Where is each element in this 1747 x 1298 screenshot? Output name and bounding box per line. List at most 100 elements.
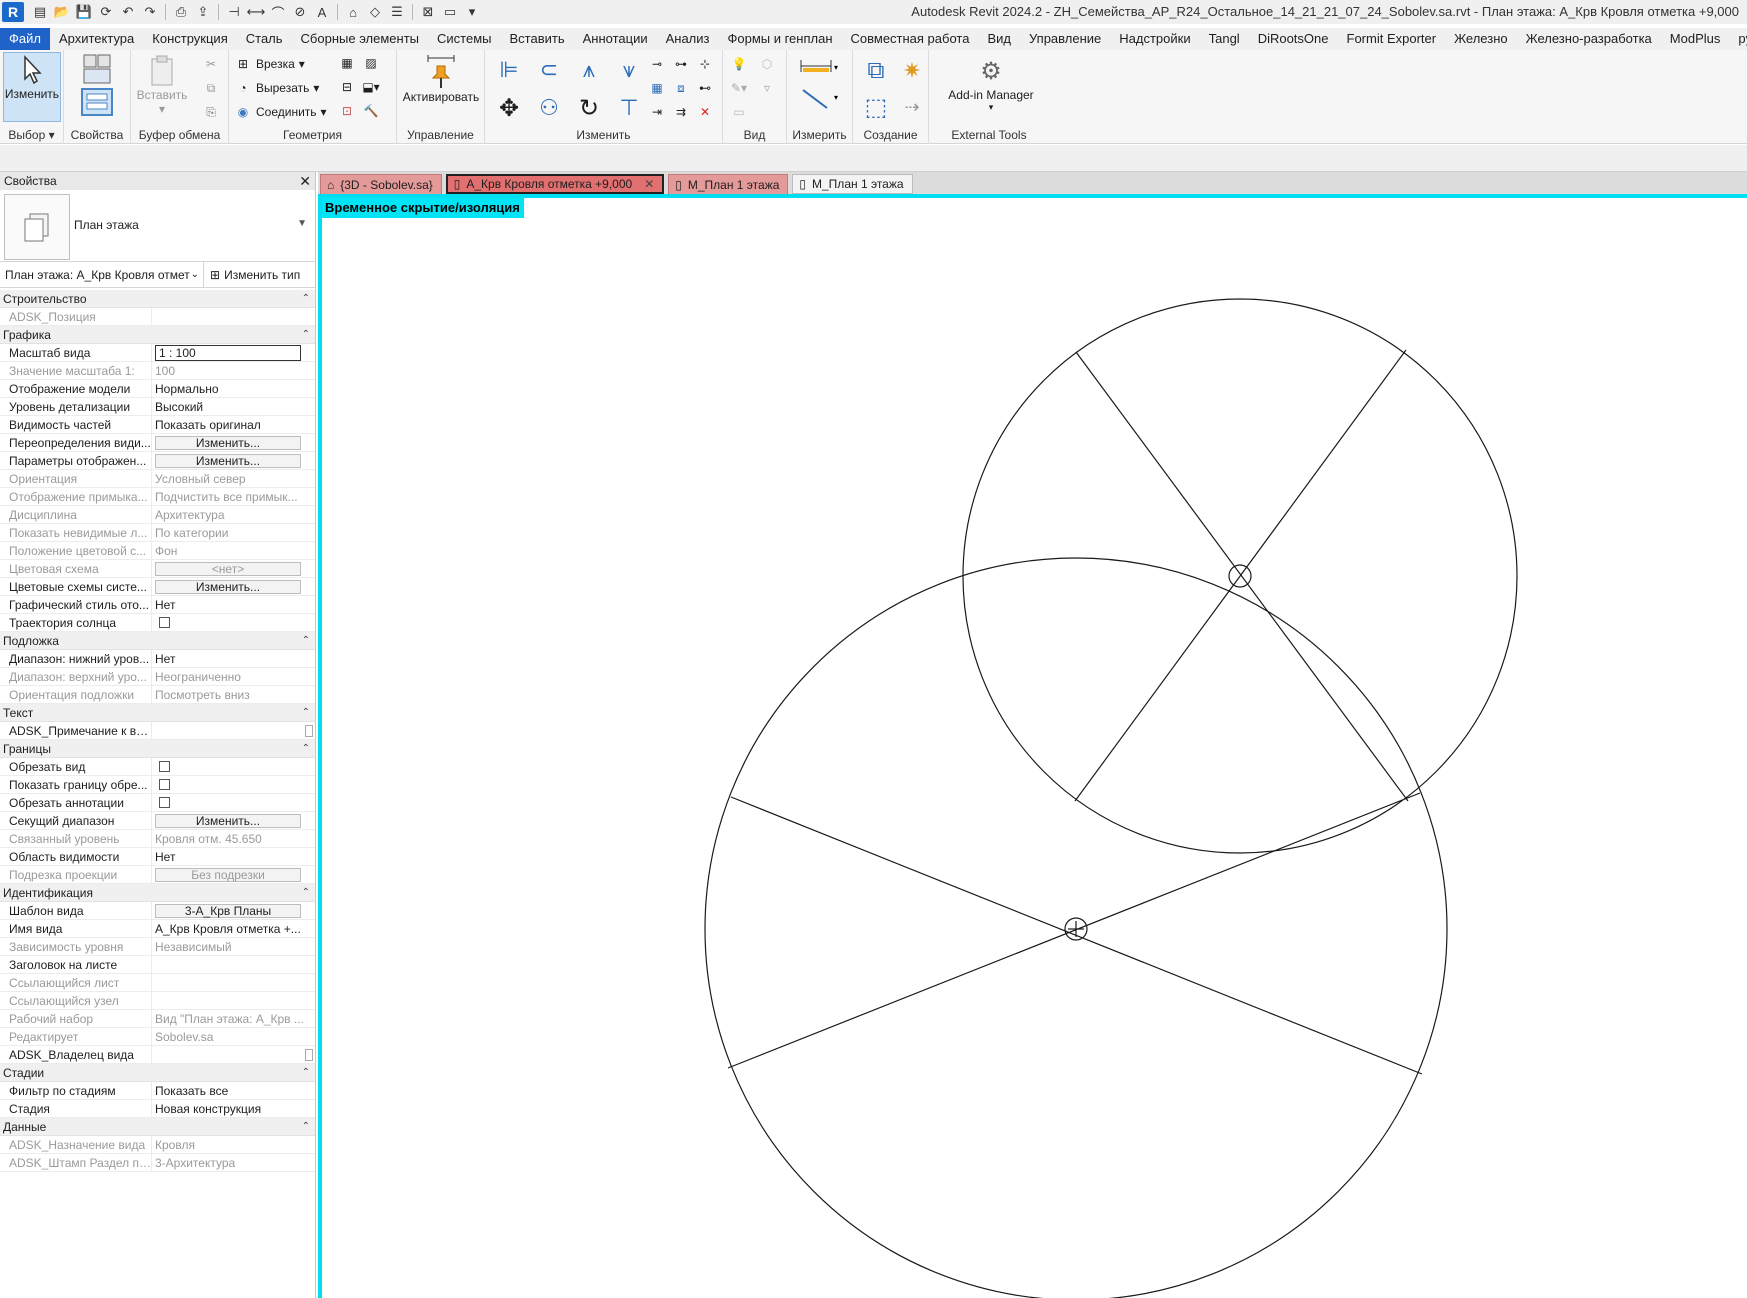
edit-type-button[interactable]: ⊞ Изменить тип — [204, 268, 300, 282]
ribbon-tab[interactable]: Formit Exporter — [1338, 28, 1446, 50]
ribbon-tab[interactable]: Конструкция — [143, 28, 236, 50]
trim-icon[interactable]: ⊤ — [613, 92, 645, 124]
file-menu-tab[interactable]: Файл — [0, 28, 50, 50]
property-value[interactable]: Показать оригинал — [152, 418, 315, 432]
section-icon[interactable]: ◇ — [365, 3, 385, 21]
property-group-header[interactable]: Графика ⌃ — [0, 326, 315, 344]
collapse-icon[interactable]: ⌃ — [302, 635, 310, 646]
open-icon[interactable]: 📂 — [52, 3, 72, 21]
activate-button[interactable]: Активировать — [403, 54, 479, 104]
modify-button[interactable]: Изменить — [3, 52, 61, 122]
property-edit-button[interactable]: Изменить... — [155, 453, 301, 468]
tag-icon[interactable]: ⊘ — [290, 3, 310, 21]
ribbon-tab[interactable]: pyRevit — [1729, 28, 1747, 50]
delete-icon[interactable]: ✕ — [695, 102, 715, 122]
ribbon-tab[interactable]: Вставить — [501, 28, 574, 50]
extend-multiple-icon[interactable]: ⇉ — [671, 102, 691, 122]
property-value[interactable]: Нет — [152, 652, 315, 666]
ribbon-tab[interactable]: Архитектура — [50, 28, 143, 50]
ribbon-tab[interactable]: DiRootsOne — [1249, 28, 1338, 50]
ribbon-tab[interactable]: Аннотации — [574, 28, 657, 50]
view-tab[interactable]: ▯ М_План 1 этажа — [668, 174, 789, 194]
align-icon[interactable]: ⊣ — [224, 3, 244, 21]
match-properties-icon[interactable]: ⎘ — [201, 102, 221, 122]
measure-between-icon[interactable]: ▾ — [797, 56, 841, 76]
property-edit-button[interactable]: Изменить... — [155, 813, 301, 828]
close-hidden-icon[interactable]: ⊠ — [418, 3, 438, 21]
wall-joins-icon[interactable]: ▦ — [337, 53, 357, 73]
property-group-header[interactable]: Идентификация ⌃ — [0, 884, 315, 902]
aligned-dimension-icon[interactable]: ▾ — [797, 88, 841, 109]
collapse-icon[interactable]: ⌃ — [302, 329, 310, 340]
close-tab-icon[interactable]: ✕ — [644, 177, 654, 191]
text-icon[interactable]: A — [312, 3, 332, 21]
save-icon[interactable]: 💾 — [74, 3, 94, 21]
close-icon[interactable]: ✕ — [299, 173, 311, 190]
collapse-icon[interactable]: ⌃ — [302, 1121, 310, 1132]
collapse-icon[interactable]: ⌃ — [302, 707, 310, 718]
paint-icon[interactable]: ⬓▾ — [361, 77, 381, 97]
view-tab[interactable]: ▯ М_План 1 этажа — [792, 174, 913, 194]
type-selector-caret-icon[interactable]: ▼ — [297, 218, 307, 229]
dimension-icon[interactable]: ⌒ — [268, 3, 288, 21]
property-edit-button[interactable]: Изменить... — [155, 435, 301, 450]
property-edit-button[interactable]: 3-А_Крв Планы — [155, 903, 301, 918]
split-face-icon[interactable]: ▨ — [361, 53, 381, 73]
rotate-icon[interactable]: ↻ — [573, 92, 605, 124]
move-icon[interactable]: ✥ — [493, 92, 525, 124]
property-edit-button[interactable]: Изменить... — [155, 579, 301, 594]
property-group-header[interactable]: Подложка ⌃ — [0, 632, 315, 650]
split-icon[interactable]: ⊸ — [647, 54, 667, 74]
home-icon[interactable]: ▤ — [30, 3, 50, 21]
property-value[interactable]: А_Крв Кровля отметка +... — [152, 922, 315, 936]
select-dropdown[interactable]: Выбор ▾ — [0, 128, 63, 142]
property-edit-box[interactable] — [305, 724, 313, 737]
property-checkbox[interactable] — [159, 761, 170, 772]
undo-icon[interactable]: ↶ — [118, 3, 138, 21]
copy-icon[interactable]: ⧉ — [201, 78, 221, 98]
ribbon-tab[interactable]: Железно-разработка — [1517, 28, 1661, 50]
property-checkbox[interactable] — [159, 779, 170, 790]
ribbon-tab[interactable]: Системы — [428, 28, 500, 50]
collapse-icon[interactable]: ⌃ — [302, 1067, 310, 1078]
lower-circle-diameter-b[interactable] — [727, 792, 1421, 1069]
create-group-icon[interactable]: ⬚ — [859, 90, 893, 124]
join-button[interactable]: ◉ Соединить ▾ — [234, 103, 327, 121]
property-value[interactable]: Нормально — [152, 382, 315, 396]
extend-icon[interactable]: ⇥ — [647, 102, 667, 122]
3d-view-icon[interactable]: ⌂ — [343, 3, 363, 21]
cope-button[interactable]: ⊞ Врезка ▾ — [234, 55, 305, 73]
create-assembly-icon[interactable]: ⧉ — [859, 54, 893, 88]
hide-icon[interactable]: 💡 — [729, 54, 749, 74]
filter-icon[interactable]: ▿ — [757, 78, 777, 98]
halftone-icon[interactable]: ▭ — [729, 102, 749, 122]
create-parts-icon[interactable]: ✷ — [897, 54, 927, 88]
revit-logo-icon[interactable]: R — [2, 2, 24, 22]
redo-icon[interactable]: ↷ — [140, 3, 160, 21]
export-icon[interactable]: ⇪ — [193, 3, 213, 21]
ribbon-tab[interactable]: Совместная работа — [842, 28, 979, 50]
scale-icon[interactable]: ⧈ — [671, 78, 691, 98]
instance-filter-dropdown[interactable]: План этажа: А_Крв Кровля отмет ⌄ — [0, 261, 204, 288]
cut-scissors-icon[interactable]: ✂ — [201, 54, 221, 74]
ribbon-tab[interactable]: Вид — [978, 28, 1020, 50]
switch-windows-icon[interactable]: ▭ — [440, 3, 460, 21]
mirror-draw-icon[interactable]: ⩛ — [613, 54, 645, 86]
customize-qat-icon[interactable]: ▾ — [462, 3, 482, 21]
view-tab[interactable]: ▯ А_Крв Кровля отметка +9,000 ✕ — [445, 174, 665, 194]
paste-button[interactable]: Вставить ▾ — [137, 54, 187, 116]
collapse-icon[interactable]: ⌃ — [302, 743, 310, 754]
linework-icon[interactable]: ✎▾ — [729, 78, 749, 98]
addin-manager-button[interactable]: ⚙ Add-in Manager ▾ — [941, 54, 1041, 113]
property-value[interactable]: Нет — [152, 598, 315, 612]
property-edit-box[interactable] — [305, 1048, 313, 1061]
thin-lines-icon[interactable]: ☰ — [387, 3, 407, 21]
ribbon-tab[interactable]: Железно — [1445, 28, 1517, 50]
ribbon-tab[interactable]: Формы и генплан — [718, 28, 841, 50]
collapse-icon[interactable]: ⌃ — [302, 887, 310, 898]
property-checkbox[interactable] — [159, 797, 170, 808]
unpin-icon[interactable]: ⊷ — [695, 78, 715, 98]
view-scale-input[interactable]: 1 : 100 — [155, 344, 301, 361]
collapse-icon[interactable]: ⌃ — [302, 293, 310, 304]
ribbon-tab[interactable]: Управление — [1020, 28, 1110, 50]
